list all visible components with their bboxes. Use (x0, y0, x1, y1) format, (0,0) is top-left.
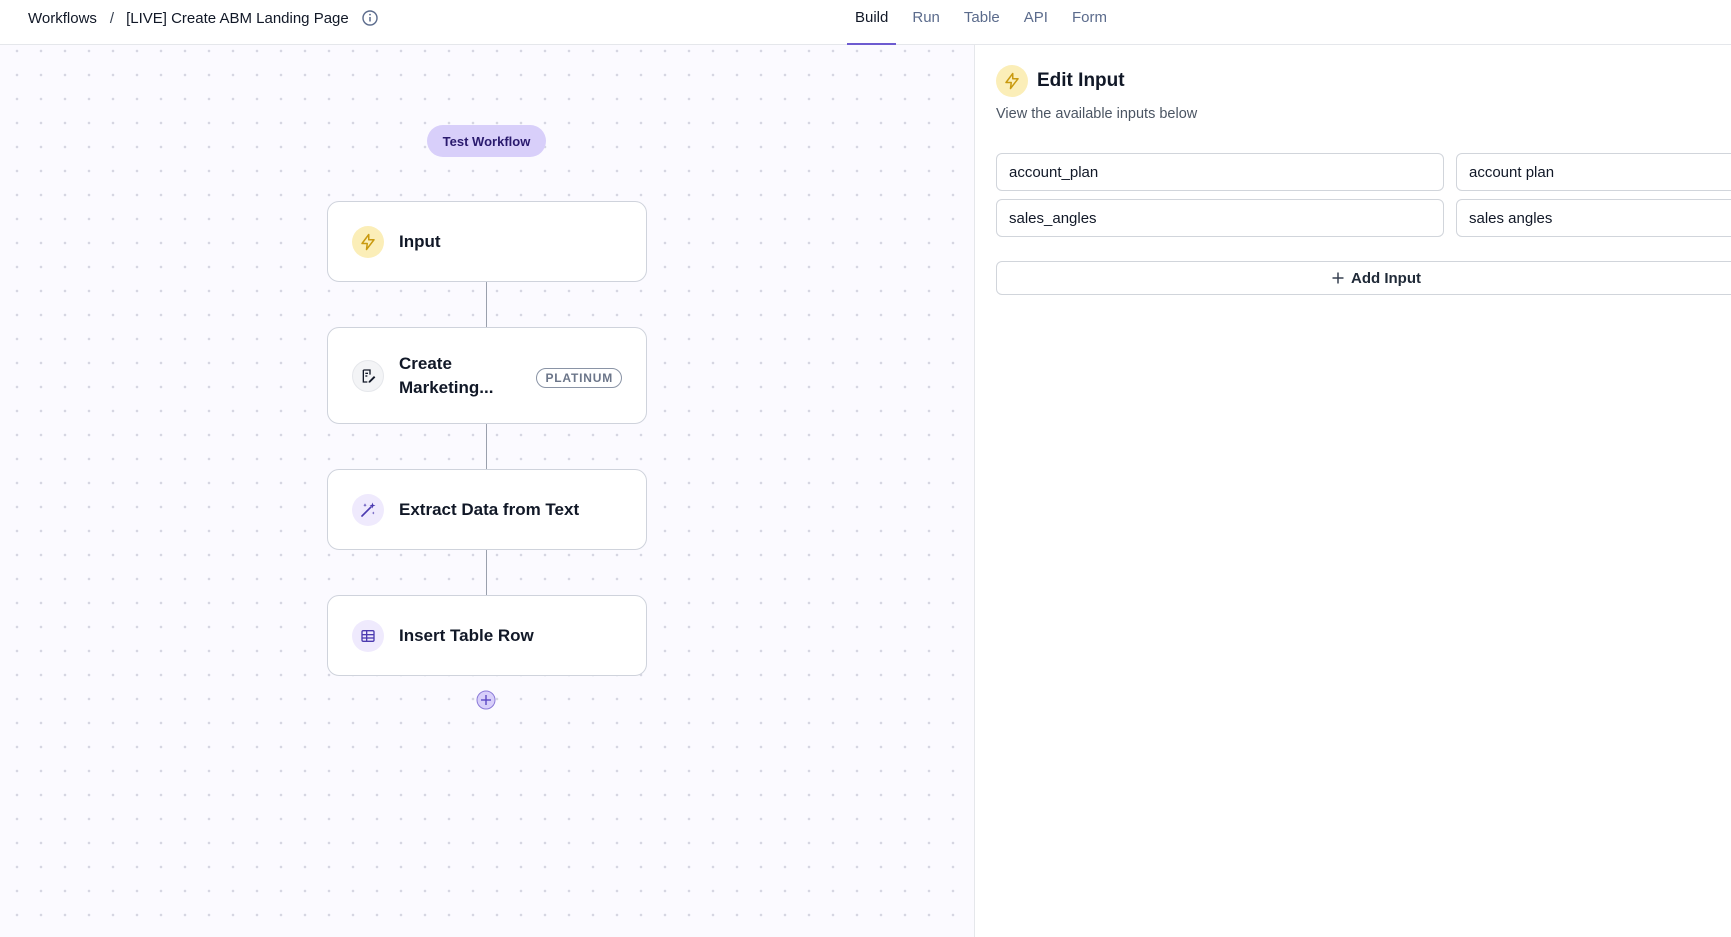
node-label: Extract Data from Text (399, 499, 580, 519)
breadcrumb-separator: / (109, 9, 115, 27)
lightning-icon (352, 225, 384, 258)
breadcrumb-workflows-link[interactable]: Workflows (28, 10, 97, 27)
node-label: Create Marketing... (399, 353, 494, 397)
edit-document-icon (352, 359, 384, 392)
tab-form[interactable]: Form (1064, 0, 1115, 44)
info-icon[interactable] (361, 9, 379, 27)
input-label-field[interactable] (1456, 199, 1731, 237)
panel-header: Edit Input (996, 65, 1125, 97)
workflow-canvas[interactable]: Test Workflow Input Create Marketing... … (0, 45, 975, 937)
breadcrumb-current-workflow: [LIVE] Create ABM Landing Page (126, 9, 349, 27)
panel-subtitle: View the available inputs below (996, 106, 1198, 122)
add-step-icon[interactable] (476, 690, 496, 710)
workflow-node-create-marketing[interactable]: Create Marketing... PLATINUM (327, 327, 647, 424)
panel-title: Edit Input (1037, 70, 1125, 91)
tab-api[interactable]: API (1016, 0, 1056, 44)
node-connector (486, 282, 487, 327)
workflow-node-input[interactable]: Input (327, 201, 647, 282)
tab-build[interactable]: Build (847, 0, 897, 45)
tab-bar: Build Run Table API Form (847, 0, 1123, 45)
table-icon (352, 619, 384, 652)
add-input-label: Add Input (1351, 269, 1421, 287)
workflow-node-extract-data[interactable]: Extract Data from Text (327, 469, 647, 550)
tab-run[interactable]: Run (904, 0, 948, 44)
node-connector (486, 550, 487, 595)
top-bar: Workflows / [LIVE] Create ABM Landing Pa… (0, 0, 1731, 45)
input-key-field[interactable] (996, 199, 1444, 237)
node-connector (486, 424, 487, 469)
tab-table[interactable]: Table (956, 0, 1008, 44)
workflow-node-insert-table-row[interactable]: Insert Table Row (327, 595, 647, 676)
test-workflow-button[interactable]: Test Workflow (427, 125, 546, 157)
node-label: Insert Table Row (399, 625, 534, 645)
magic-wand-icon (352, 493, 384, 526)
node-label: Input (399, 231, 441, 251)
input-key-field[interactable] (996, 153, 1444, 191)
breadcrumb: Workflows / [LIVE] Create ABM Landing Pa… (28, 0, 379, 36)
plus-icon (1332, 272, 1344, 284)
add-input-button[interactable]: Add Input (996, 261, 1731, 295)
lightning-icon (996, 65, 1028, 97)
platinum-badge: PLATINUM (536, 368, 622, 388)
edit-input-panel: Edit Input View the available inputs bel… (976, 45, 1731, 937)
input-label-field[interactable] (1456, 153, 1731, 191)
